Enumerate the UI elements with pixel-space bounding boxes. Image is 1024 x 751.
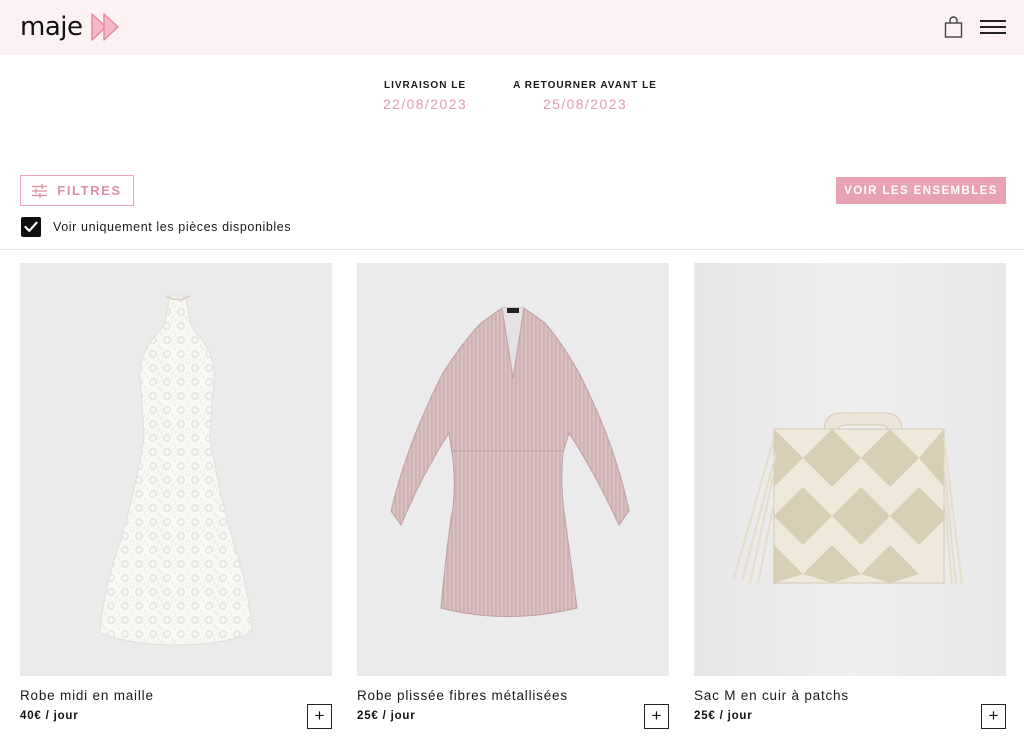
delivery-date: 22/08/2023 xyxy=(382,96,468,112)
product-price: 25€ / jour xyxy=(694,710,753,722)
add-product-button[interactable]: + xyxy=(307,704,332,729)
product-card[interactable]: Robe midi en maille 40€ / jour + xyxy=(20,263,332,743)
logo-text: maje xyxy=(20,12,83,42)
checkmark-icon xyxy=(24,221,38,232)
brand-logo[interactable]: maje xyxy=(20,12,122,42)
filters-label: FILTRES xyxy=(57,183,122,198)
return-label: A RETOURNER AVANT LE xyxy=(513,80,657,91)
hamburger-menu-icon[interactable] xyxy=(980,19,1006,35)
add-product-button[interactable]: + xyxy=(981,704,1006,729)
product-name[interactable]: Sac M en cuir à patchs xyxy=(694,688,849,703)
cream-leather-bag-image xyxy=(733,412,963,586)
product-price: 40€ / jour xyxy=(20,710,79,722)
product-card[interactable]: Robe plissée fibres métallisées 25€ / jo… xyxy=(357,263,669,743)
product-name[interactable]: Robe plissée fibres métallisées xyxy=(357,688,568,703)
product-image[interactable] xyxy=(20,263,332,676)
sliders-icon xyxy=(32,183,48,198)
rental-dates: LIVRAISON LE 22/08/2023 A RETOURNER AVAN… xyxy=(0,80,1024,120)
product-price: 25€ / jour xyxy=(357,710,416,722)
delivery-label: LIVRAISON LE xyxy=(383,80,466,91)
white-lace-dress-image xyxy=(99,295,253,646)
product-image[interactable] xyxy=(357,263,669,676)
logo-arrows-icon xyxy=(91,13,120,41)
product-name[interactable]: Robe midi en maille xyxy=(20,688,154,703)
product-image[interactable] xyxy=(694,263,1006,676)
shopping-bag-icon[interactable] xyxy=(944,16,963,38)
top-header: maje xyxy=(0,0,1024,55)
product-card[interactable]: Sac M en cuir à patchs 25€ / jour + xyxy=(694,263,1006,743)
return-date-block: A RETOURNER AVANT LE 25/08/2023 xyxy=(512,80,658,113)
divider xyxy=(0,249,1024,250)
pink-metallic-dress-image xyxy=(390,307,630,617)
filters-button[interactable]: FILTRES xyxy=(20,175,134,206)
availability-filter[interactable]: Voir uniquement les pièces disponibles xyxy=(21,217,291,237)
return-date: 25/08/2023 xyxy=(542,96,628,112)
delivery-date-block: LIVRAISON LE 22/08/2023 xyxy=(364,80,486,113)
availability-label: Voir uniquement les pièces disponibles xyxy=(53,220,292,234)
add-product-button[interactable]: + xyxy=(644,704,669,729)
view-ensembles-button[interactable]: VOIR LES ENSEMBLES xyxy=(836,177,1006,204)
availability-checkbox[interactable] xyxy=(21,217,41,237)
